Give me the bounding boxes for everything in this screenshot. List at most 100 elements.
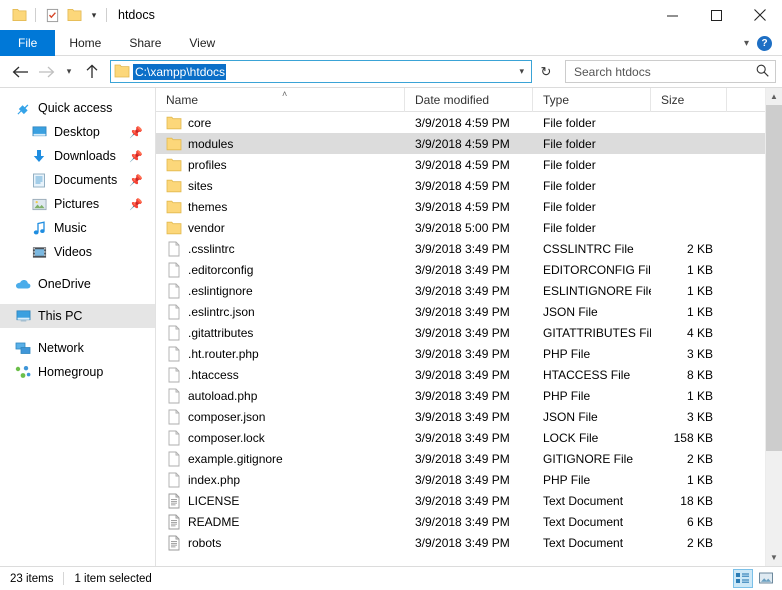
table-row[interactable]: index.php 3/9/2018 3:49 PM PHP File 1 KB (156, 469, 765, 490)
table-row[interactable]: composer.lock 3/9/2018 3:49 PM LOCK File 15… (156, 427, 765, 448)
scrollbar-track[interactable] (765, 105, 782, 549)
table-row[interactable]: themes 3/9/2018 4:59 PM File folder (156, 196, 765, 217)
cell-date-modified: 3/9/2018 3:49 PM (415, 283, 510, 298)
search-input[interactable]: Search htdocs (574, 65, 756, 79)
cell-size: 158 KB (673, 430, 713, 445)
tab-home[interactable]: Home (55, 30, 115, 56)
folder-icon[interactable] (8, 4, 30, 26)
tab-file[interactable]: File (0, 30, 56, 56)
table-row[interactable]: .htaccess 3/9/2018 3:49 PM HTACCESS File 8 … (156, 364, 765, 385)
cell-size: 3 KB (686, 409, 713, 424)
table-row[interactable]: README 3/9/2018 3:49 PM Text Document 6 KB (156, 511, 765, 532)
large-icons-view-icon[interactable] (756, 569, 776, 588)
sidebar-item-onedrive[interactable]: OneDrive (0, 272, 155, 296)
table-row[interactable]: robots 3/9/2018 3:49 PM Text Document 2 KB (156, 532, 765, 553)
sidebar-item-quick-access[interactable]: Quick access (0, 96, 155, 120)
scroll-up-arrow-icon[interactable]: ▲ (766, 88, 782, 105)
address-bar[interactable]: C:\xampp\htdocs ▾ (110, 60, 532, 83)
up-button[interactable] (80, 60, 104, 84)
cell-type: Text Document (543, 535, 624, 550)
address-toolbar: ▾ C:\xampp\htdocs ▾ ↻ Search htdocs (0, 56, 782, 87)
tab-share[interactable]: Share (115, 30, 175, 56)
refresh-button[interactable]: ↻ (535, 60, 557, 83)
cell-date-modified: 3/9/2018 4:59 PM (415, 178, 510, 193)
sidebar-item-pictures[interactable]: Pictures 📌 (0, 192, 155, 216)
this-pc-icon (14, 309, 32, 323)
minimize-button[interactable] (650, 0, 694, 30)
cell-size: 6 KB (686, 514, 713, 529)
cell-name: .htaccess (156, 364, 405, 385)
address-dropdown-icon[interactable]: ▾ (514, 66, 529, 77)
table-row[interactable]: example.gitignore 3/9/2018 3:49 PM GITIGNO… (156, 448, 765, 469)
sidebar-item-music[interactable]: Music (0, 216, 155, 240)
table-row[interactable]: vendor 3/9/2018 5:00 PM File folder (156, 217, 765, 238)
help-icon[interactable]: ? (757, 35, 772, 51)
sidebar-item-homegroup[interactable]: Homegroup (0, 360, 155, 384)
recent-locations-icon[interactable]: ▾ (60, 60, 78, 84)
sidebar-item-this-pc[interactable]: This PC (0, 304, 155, 328)
cell-name: README (156, 511, 405, 532)
maximize-button[interactable] (694, 0, 738, 30)
cell-size: 1 KB (686, 472, 713, 487)
pin-icon[interactable]: 📌 (129, 126, 143, 139)
sidebar-item-desktop[interactable]: Desktop 📌 (0, 120, 155, 144)
scroll-down-arrow-icon[interactable]: ▼ (766, 549, 782, 566)
sidebar-label: Pictures (54, 197, 100, 211)
file-icon (166, 367, 182, 383)
cell-name: composer.lock (156, 427, 405, 448)
close-button[interactable] (738, 0, 782, 30)
pin-icon[interactable]: 📌 (129, 174, 143, 187)
table-row[interactable]: profiles 3/9/2018 4:59 PM File folder (156, 154, 765, 175)
cell-date-modified: 3/9/2018 3:49 PM (415, 409, 510, 424)
pin-icon[interactable]: 📌 (129, 198, 143, 211)
table-row[interactable]: .gitattributes 3/9/2018 3:49 PM GITATTRIBU… (156, 322, 765, 343)
table-row[interactable]: .editorconfig 3/9/2018 3:49 PM EDITORCONFI… (156, 259, 765, 280)
file-name: example.gitignore (188, 451, 283, 466)
table-row[interactable]: core 3/9/2018 4:59 PM File folder (156, 112, 765, 133)
cell-type: HTACCESS File (543, 367, 631, 382)
file-icon (166, 262, 182, 278)
search-box[interactable]: Search htdocs (565, 60, 776, 83)
table-row[interactable]: .eslintrc.json 3/9/2018 3:49 PM JSON File 1… (156, 301, 765, 322)
cell-name: .ht.router.php (156, 343, 405, 364)
file-name: composer.json (188, 409, 266, 424)
cell-name: core (156, 112, 405, 133)
scrollbar-thumb[interactable] (765, 105, 782, 452)
details-view-icon[interactable] (733, 569, 753, 588)
sidebar-item-documents[interactable]: Documents 📌 (0, 168, 155, 192)
table-row[interactable]: .ht.router.php 3/9/2018 3:49 PM PHP File 3 … (156, 343, 765, 364)
sidebar-item-network[interactable]: Network (0, 336, 155, 360)
table-row[interactable]: autoload.php 3/9/2018 3:49 PM PHP File 1 KB (156, 385, 765, 406)
column-header-type[interactable]: Type (533, 87, 651, 112)
table-row[interactable]: sites 3/9/2018 4:59 PM File folder (156, 175, 765, 196)
chevron-down-icon[interactable]: ▾ (744, 38, 749, 49)
new-folder-icon[interactable] (63, 4, 85, 26)
pin-icon[interactable]: 📌 (129, 150, 143, 163)
tab-view[interactable]: View (175, 30, 229, 56)
forward-button[interactable] (34, 60, 58, 84)
table-row[interactable]: modules 3/9/2018 4:59 PM File folder (156, 133, 765, 154)
cell-size: 1 KB (686, 304, 713, 319)
back-button[interactable] (8, 60, 32, 84)
vertical-scrollbar[interactable]: ▲ ▼ (765, 88, 782, 566)
sidebar-item-downloads[interactable]: Downloads 📌 (0, 144, 155, 168)
cell-date-modified: 3/9/2018 3:49 PM (415, 451, 510, 466)
quick-access-dropdown-icon[interactable]: ▾ (87, 10, 101, 21)
file-name: profiles (188, 157, 227, 172)
column-header-name[interactable]: Name (156, 87, 405, 112)
table-row[interactable]: LICENSE 3/9/2018 3:49 PM Text Document 18 K… (156, 490, 765, 511)
sidebar-item-videos[interactable]: Videos (0, 240, 155, 264)
table-row[interactable]: .csslintrc 3/9/2018 3:49 PM CSSLINTRC File… (156, 238, 765, 259)
sidebar-label: This PC (38, 309, 83, 323)
table-row[interactable]: composer.json 3/9/2018 3:49 PM JSON File 3 … (156, 406, 765, 427)
sidebar-gap-1 (0, 264, 155, 272)
cell-date-modified: 3/9/2018 3:49 PM (415, 472, 510, 487)
cell-size (651, 154, 727, 175)
properties-icon[interactable] (41, 4, 63, 26)
file-name: composer.lock (188, 430, 265, 445)
cell-size: 1 KB (686, 283, 713, 298)
column-header-size[interactable]: Size (651, 87, 727, 112)
table-row[interactable]: .eslintignore 3/9/2018 3:49 PM ESLINTIGNOR… (156, 280, 765, 301)
column-header-date-modified[interactable]: Date modified (405, 87, 533, 112)
file-name: robots (188, 535, 222, 550)
